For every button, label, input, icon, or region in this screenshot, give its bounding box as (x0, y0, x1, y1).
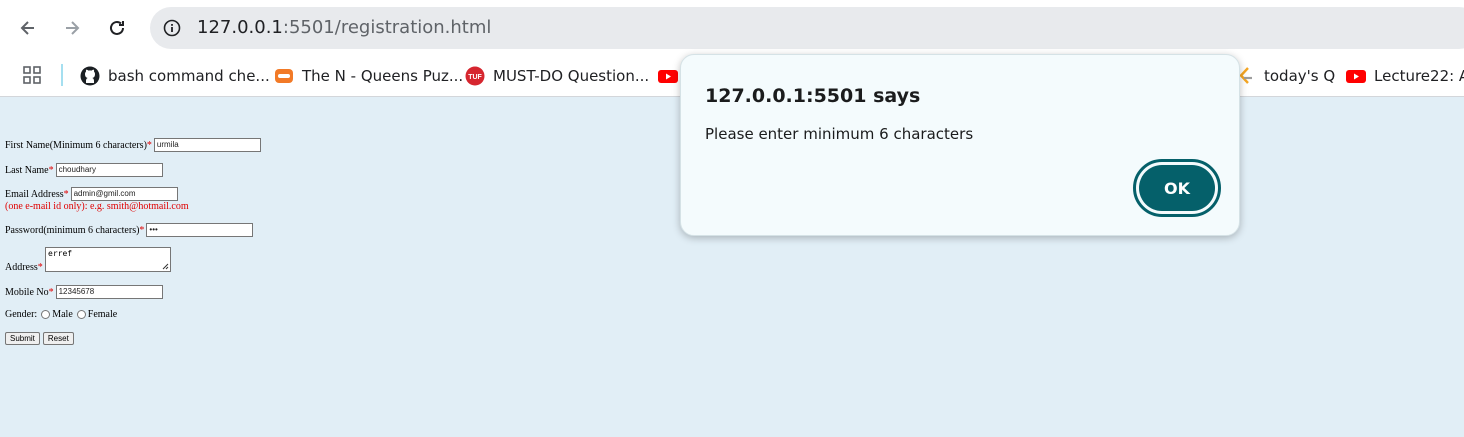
email-input[interactable]: admin@gmil.com (70, 187, 178, 201)
browser-toolbar: 127.0.0.1:5501/registration.html (0, 0, 1464, 56)
reset-button[interactable]: Reset (42, 332, 74, 345)
last-name-row: Last Name * choudhary (5, 163, 163, 177)
bookmarks-separator (61, 64, 63, 86)
first-name-label: First Name(Minimum 6 characters) (5, 139, 147, 151)
forward-arrow-icon (66, 21, 80, 35)
url-host: 127.0.0.1 (197, 17, 283, 38)
back-arrow-icon (20, 21, 34, 35)
last-name-label: Last Name (5, 164, 49, 176)
dialog-title: 127.0.0.1:5501 says (705, 85, 921, 107)
address-row: Address * (5, 262, 43, 273)
site-info-icon[interactable] (158, 14, 186, 42)
last-name-input[interactable]: choudhary (55, 163, 163, 177)
mobile-input[interactable]: 12345678 (55, 285, 163, 299)
email-label: Email Address (5, 188, 64, 200)
reload-button[interactable] (100, 11, 134, 45)
url-path: /registration.html (334, 17, 492, 38)
dialog-message: Please enter minimum 6 characters (705, 125, 974, 143)
bookmark-n-queens[interactable]: The N - Queens Puz... (274, 64, 463, 88)
email-hint: (one e-mail id only): e.g. smith@hotmail… (5, 201, 189, 212)
address-value: erref (48, 249, 73, 258)
bookmark-label: bash command che... (108, 67, 270, 85)
ok-button[interactable]: OK (1133, 159, 1221, 217)
ok-button-label: OK (1139, 165, 1215, 211)
address-bar[interactable]: 127.0.0.1:5501/registration.html (150, 7, 1464, 49)
gender-male-radio[interactable] (41, 310, 51, 319)
password-row: Password(minimum 6 characters) * ••• (5, 223, 254, 237)
gender-female-label: Female (87, 309, 118, 320)
first-name-row: First Name(Minimum 6 characters) * urmila (5, 138, 261, 152)
bookmark-label: The N - Queens Puz... (302, 67, 464, 85)
tuf-icon: TUF (465, 66, 485, 86)
apps-grid-icon[interactable] (23, 66, 41, 84)
github-icon (80, 66, 100, 86)
mobile-label: Mobile No (5, 286, 49, 298)
required-mark: * (37, 262, 43, 273)
bookmark-todays-q[interactable]: today's Q (1236, 64, 1335, 88)
gender-female-radio[interactable] (76, 310, 86, 319)
youtube-icon (658, 66, 678, 86)
youtube-icon (1346, 66, 1366, 86)
bookmark-bash-command[interactable]: bash command che... (80, 64, 270, 88)
email-row: Email Address * admin@gmil.com (5, 187, 178, 201)
required-mark: * (48, 286, 54, 298)
required-mark: * (48, 164, 54, 176)
first-name-input[interactable]: urmila (153, 138, 261, 152)
mobile-row: Mobile No * 12345678 (5, 285, 163, 299)
gender-male-label: Male (52, 309, 73, 320)
bookmark-label: Lecture22: All (1374, 67, 1464, 85)
reload-icon (110, 20, 124, 35)
forward-button[interactable] (55, 11, 89, 45)
submit-button[interactable]: Submit (5, 332, 40, 345)
bookmark-must-do[interactable]: TUF MUST-DO Question... (465, 64, 649, 88)
gender-label: Gender: (5, 309, 38, 320)
password-label: Password(minimum 6 characters) (5, 224, 140, 236)
codingninjas-icon (274, 66, 294, 86)
gender-row: Gender: Male Female (5, 309, 117, 320)
resize-grip-icon[interactable] (162, 263, 169, 270)
bookmark-lecture22[interactable]: Lecture22: All (1346, 64, 1464, 88)
password-input[interactable]: ••• (146, 223, 254, 237)
form-buttons-row: Submit Reset (5, 332, 77, 345)
alert-dialog: 127.0.0.1:5501 says Please enter minimum… (680, 54, 1240, 236)
required-mark: * (146, 139, 152, 151)
address-textarea[interactable]: erref (45, 247, 171, 272)
svg-text:TUF: TUF (468, 74, 482, 81)
url-port: :5501 (282, 17, 335, 38)
required-mark: * (139, 224, 145, 236)
bookmark-label: MUST-DO Question... (493, 67, 650, 85)
required-mark: * (63, 188, 69, 200)
back-button[interactable] (11, 11, 45, 45)
address-label: Address (5, 262, 38, 273)
url-text[interactable]: 127.0.0.1:5501/registration.html (197, 17, 491, 38)
bookmark-label: today's Q (1264, 67, 1336, 85)
